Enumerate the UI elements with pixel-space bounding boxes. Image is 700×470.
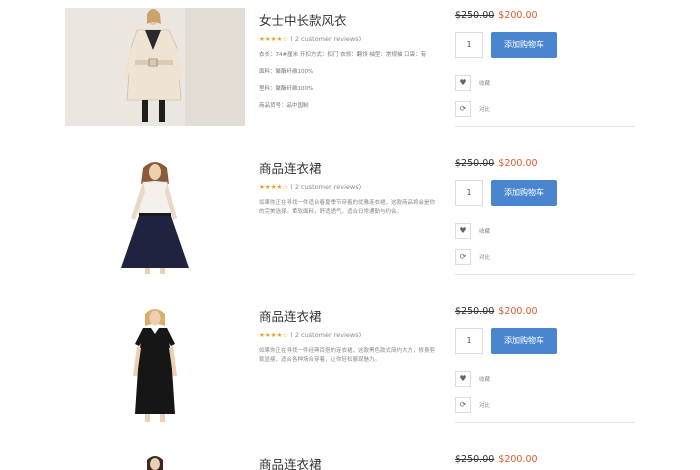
product-spec: 里料：聚酯纤维100% (259, 86, 314, 92)
price: $250.00 $200.00 (455, 454, 635, 465)
price: $250.00 $200.00 (455, 306, 635, 317)
compare-button[interactable]: ⟳ 对比 (455, 246, 491, 265)
product-image-dress-black[interactable] (65, 304, 245, 422)
product-rating: ★★★★☆ ( 2 customer reviews) (259, 331, 444, 339)
star-rating-icon: ★★★★☆ (259, 35, 289, 43)
refresh-icon: ⟳ (455, 396, 471, 413)
purchase-panel: $250.00 $200.00 1 添加购物车 ♥ 收藏 ⟳ 对比 (455, 158, 635, 275)
compare-button[interactable]: ⟳ 对比 (455, 98, 491, 117)
refresh-icon: ⟳ (455, 100, 471, 117)
product-image-dress[interactable] (65, 452, 245, 470)
old-price: $250.00 (455, 10, 495, 21)
compare-button[interactable]: ⟳ 对比 (455, 394, 491, 413)
sale-price: $200.00 (498, 158, 538, 169)
purchase-panel: $250.00 $200.00 1 添加购物车 ♥ 收藏 ⟳ 对比 (455, 306, 635, 423)
divider (455, 126, 635, 127)
star-rating-icon: ★★★★☆ (259, 183, 289, 191)
product-info: 商品连衣裙 ★★★★☆ ( 2 customer reviews) 如果你正在寻… (259, 306, 444, 365)
product-image-dress-lace[interactable] (65, 156, 245, 274)
product-spec: 衣长：74#厘米 开扣方式：扣门 衣领：翻领 袖型：常规袖 口袋：有 (259, 52, 427, 58)
product-info: 商品连衣裙 (259, 454, 444, 470)
sale-price: $200.00 (498, 454, 538, 465)
review-count[interactable]: ( 2 customer reviews) (290, 35, 361, 43)
heart-icon: ♥ (455, 74, 471, 91)
wishlist-button[interactable]: ♥ 收藏 (455, 368, 491, 387)
wishlist-button[interactable]: ♥ 收藏 (455, 220, 491, 239)
compare-label: 对比 (479, 254, 491, 261)
product-image-trench-coat[interactable] (65, 8, 245, 126)
old-price: $250.00 (455, 454, 495, 465)
product-info: 商品连衣裙 ★★★★☆ ( 2 customer reviews) 如果你正在寻… (259, 158, 444, 217)
heart-icon: ♥ (455, 222, 471, 239)
sale-price: $200.00 (498, 306, 538, 317)
purchase-panel: $250.00 $200.00 1 添加购物车 ♥ 收藏 ⟳ 对比 (455, 10, 635, 127)
price: $250.00 $200.00 (455, 10, 635, 21)
quantity-input[interactable]: 1 (455, 180, 483, 206)
product-title[interactable]: 商品连衣裙 (259, 454, 444, 470)
compare-label: 对比 (479, 402, 491, 409)
price: $250.00 $200.00 (455, 158, 635, 169)
divider (455, 274, 635, 275)
wishlist-label: 收藏 (479, 80, 491, 87)
divider (455, 422, 635, 423)
product-row: 商品连衣裙 ★★★★☆ ( 2 customer reviews) 如果你正在寻… (0, 148, 700, 296)
old-price: $250.00 (455, 158, 495, 169)
refresh-icon: ⟳ (455, 248, 471, 265)
quantity-input[interactable]: 1 (455, 32, 483, 58)
review-count[interactable]: ( 2 customer reviews) (290, 331, 361, 339)
add-to-cart-button[interactable]: 添加购物车 (491, 328, 557, 354)
quantity-input[interactable]: 1 (455, 328, 483, 354)
wishlist-button[interactable]: ♥ 收藏 (455, 72, 491, 91)
product-spec: 面料：聚酯纤维100% (259, 69, 314, 75)
product-title[interactable]: 商品连衣裙 (259, 158, 444, 177)
add-to-cart-button[interactable]: 添加购物车 (491, 180, 557, 206)
heart-icon: ♥ (455, 370, 471, 387)
compare-label: 对比 (479, 106, 491, 113)
product-rating: ★★★★☆ ( 2 customer reviews) (259, 183, 444, 191)
star-rating-icon: ★★★★☆ (259, 331, 289, 339)
add-to-cart-button[interactable]: 添加购物车 (491, 32, 557, 58)
product-spec: 商品货号：品中国制 (259, 103, 309, 109)
product-title[interactable]: 女士中长款风衣 (259, 10, 444, 29)
product-row: 商品连衣裙 ★★★★☆ ( 2 customer reviews) 如果你正在寻… (0, 296, 700, 444)
wishlist-label: 收藏 (479, 376, 491, 383)
wishlist-label: 收藏 (479, 228, 491, 235)
product-title[interactable]: 商品连衣裙 (259, 306, 444, 325)
product-row: 女士中长款风衣 ★★★★☆ ( 2 customer reviews) 衣长：7… (0, 0, 700, 148)
sale-price: $200.00 (498, 10, 538, 21)
product-description: 如果你正在寻找一件适合春夏季节穿着的优雅连衣裙，这款商品将会是你的完美选择。柔软… (259, 200, 436, 215)
purchase-panel: $250.00 $200.00 (455, 454, 635, 465)
product-description: 如果你正在寻找一件经典百搭的连衣裙，这款黑色款式简约大方，修身剪裁显瘦，适合各种… (259, 348, 436, 363)
product-rating: ★★★★☆ ( 2 customer reviews) (259, 35, 444, 43)
product-info: 女士中长款风衣 ★★★★☆ ( 2 customer reviews) 衣长：7… (259, 10, 444, 110)
review-count[interactable]: ( 2 customer reviews) (290, 183, 361, 191)
product-row: 商品连衣裙 $250.00 $200.00 (0, 444, 700, 470)
old-price: $250.00 (455, 306, 495, 317)
